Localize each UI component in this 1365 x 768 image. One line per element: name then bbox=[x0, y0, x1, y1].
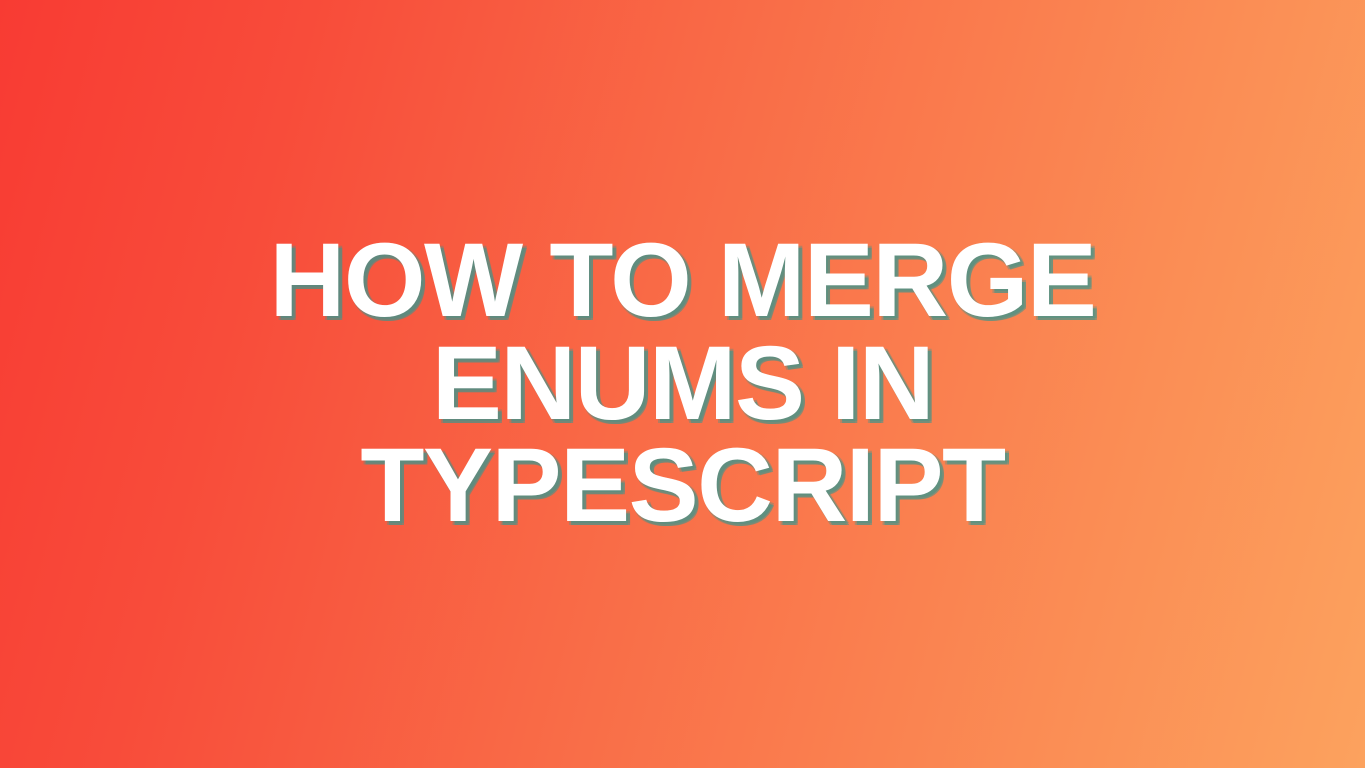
hero-title-line-3: TypeScript bbox=[270, 435, 1096, 538]
hero-title-line-2: enums in bbox=[270, 333, 1096, 436]
hero-title-line-1: How to merge bbox=[270, 230, 1096, 333]
hero-title: How to merge enums in TypeScript bbox=[270, 230, 1096, 539]
